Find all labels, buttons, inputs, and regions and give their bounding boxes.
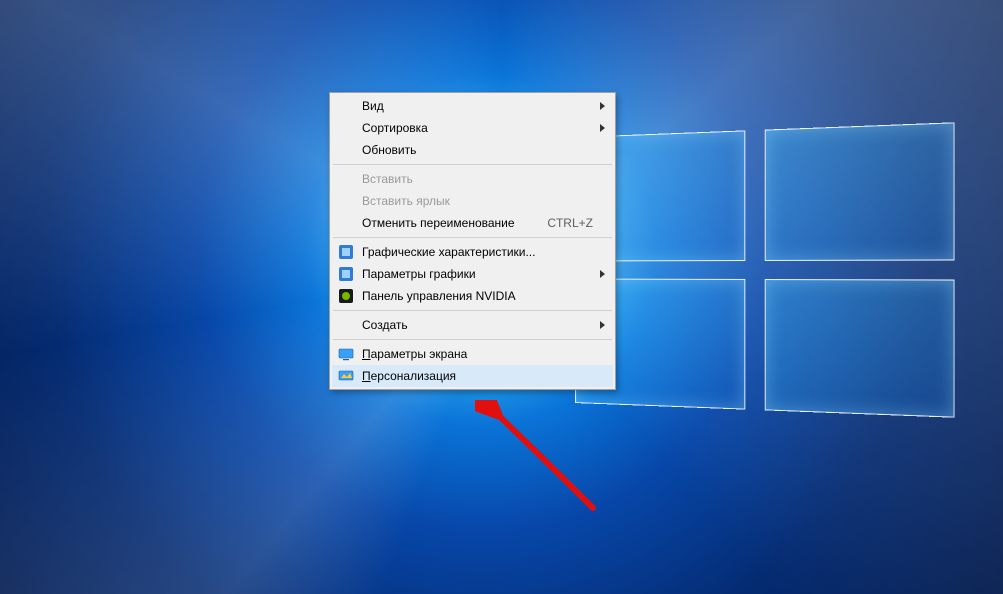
monitor-icon [338, 346, 354, 362]
menu-item-label: Графические характеристики... [362, 245, 593, 259]
intel-graphics-icon [338, 266, 354, 282]
menu-item-graphics-properties[interactable]: Графические характеристики... [332, 241, 613, 263]
label-rest: араметры экрана [371, 347, 468, 361]
menu-item-display-settings[interactable]: Параметры экрана [332, 343, 613, 365]
menu-item-sort[interactable]: Сортировка [332, 117, 613, 139]
menu-separator [333, 164, 612, 165]
intel-graphics-icon [338, 244, 354, 260]
menu-item-label: Параметры экрана [362, 347, 593, 361]
menu-item-label: Отменить переименование [362, 216, 547, 230]
menu-item-label: Сортировка [362, 121, 593, 135]
desktop[interactable]: Вид Сортировка Обновить Вставить Вставит… [0, 0, 1003, 594]
menu-item-label: Персонализация [362, 369, 593, 383]
menu-item-label: Вставить ярлык [362, 194, 593, 208]
menu-item-create[interactable]: Создать [332, 314, 613, 336]
menu-item-refresh[interactable]: Обновить [332, 139, 613, 161]
menu-item-label: Создать [362, 318, 593, 332]
menu-item-nvidia-control-panel[interactable]: Панель управления NVIDIA [332, 285, 613, 307]
menu-item-paste-shortcut: Вставить ярлык [332, 190, 613, 212]
desktop-context-menu: Вид Сортировка Обновить Вставить Вставит… [329, 92, 616, 390]
menu-item-personalization[interactable]: Персонализация [332, 365, 613, 387]
label-rest: ерсонализация [371, 369, 456, 383]
menu-item-label: Вставить [362, 172, 593, 186]
menu-item-label: Вид [362, 99, 593, 113]
menu-separator [333, 339, 612, 340]
menu-item-shortcut: CTRL+Z [547, 216, 593, 230]
menu-item-label: Обновить [362, 143, 593, 157]
personalize-icon [338, 368, 354, 384]
menu-item-paste: Вставить [332, 168, 613, 190]
menu-item-view[interactable]: Вид [332, 95, 613, 117]
nvidia-icon [338, 288, 354, 304]
menu-item-label: Панель управления NVIDIA [362, 289, 593, 303]
windows-logo [575, 122, 954, 417]
menu-separator [333, 237, 612, 238]
menu-item-undo-rename[interactable]: Отменить переименование CTRL+Z [332, 212, 613, 234]
menu-item-graphics-parameters[interactable]: Параметры графики [332, 263, 613, 285]
menu-separator [333, 310, 612, 311]
menu-item-label: Параметры графики [362, 267, 593, 281]
